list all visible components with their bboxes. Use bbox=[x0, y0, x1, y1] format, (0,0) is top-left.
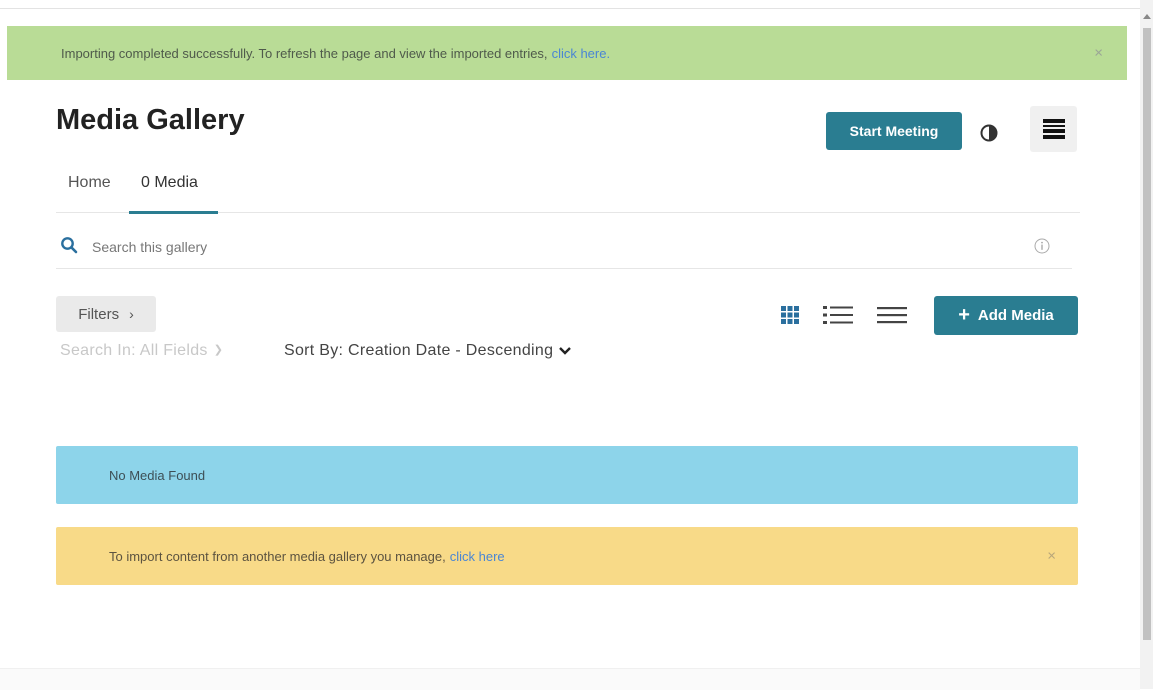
plus-icon: + bbox=[958, 303, 970, 326]
page-title: Media Gallery bbox=[56, 104, 245, 136]
chevron-right-icon: › bbox=[129, 306, 134, 322]
menu-toggle-button[interactable] bbox=[1030, 106, 1077, 152]
add-media-label: Add Media bbox=[977, 307, 1054, 324]
chevron-down-icon: ❯ bbox=[213, 344, 224, 356]
search-in-dropdown[interactable]: Search In: All Fields ❯ bbox=[60, 342, 223, 360]
import-success-alert: Importing completed successfully. To ref… bbox=[7, 26, 1127, 80]
import-success-message: Importing completed successfully. To ref… bbox=[61, 45, 548, 61]
sort-by-dropdown[interactable]: Sort By: Creation Date - Descending bbox=[284, 342, 572, 360]
add-media-button[interactable]: + Add Media bbox=[934, 296, 1078, 335]
search-input[interactable] bbox=[90, 234, 994, 260]
list-view-icon[interactable] bbox=[822, 304, 854, 326]
compact-list-icon[interactable] bbox=[876, 305, 908, 325]
hamburger-menu-icon bbox=[1042, 119, 1065, 139]
page-scrollbar[interactable] bbox=[1140, 0, 1153, 689]
sort-by-label: Sort By: Creation Date - Descending bbox=[284, 342, 554, 359]
close-icon[interactable]: × bbox=[1047, 548, 1056, 565]
active-tab-indicator bbox=[129, 211, 218, 214]
import-hint-alert: To import content from another media gal… bbox=[56, 527, 1078, 585]
gallery-search-bar bbox=[56, 224, 1072, 269]
top-divider bbox=[0, 8, 1140, 9]
search-in-label: Search In: All Fields bbox=[60, 342, 208, 359]
contrast-icon[interactable] bbox=[980, 124, 998, 142]
filters-label: Filters bbox=[78, 305, 120, 323]
no-media-message: No Media Found bbox=[109, 467, 206, 483]
grid-view-icon[interactable] bbox=[780, 305, 800, 325]
chevron-down-icon bbox=[559, 347, 572, 355]
import-hint-message: To import content from another media gal… bbox=[109, 548, 446, 564]
scroll-up-arrow-icon[interactable] bbox=[1143, 14, 1151, 19]
import-link[interactable]: click here bbox=[450, 549, 505, 564]
no-media-alert: No Media Found bbox=[56, 446, 1078, 504]
gallery-tabs: Home 0 Media bbox=[56, 170, 1080, 214]
refresh-link[interactable]: click here. bbox=[552, 46, 611, 61]
tab-home[interactable]: Home bbox=[68, 174, 111, 192]
info-icon[interactable] bbox=[1034, 238, 1050, 254]
close-icon[interactable]: × bbox=[1094, 45, 1103, 62]
tab-media[interactable]: 0 Media bbox=[141, 174, 198, 192]
footer-band bbox=[0, 668, 1140, 690]
search-icon bbox=[61, 237, 78, 254]
filters-button[interactable]: Filters › bbox=[56, 296, 156, 332]
start-meeting-button[interactable]: Start Meeting bbox=[826, 112, 962, 150]
scrollbar-thumb[interactable] bbox=[1143, 28, 1151, 640]
